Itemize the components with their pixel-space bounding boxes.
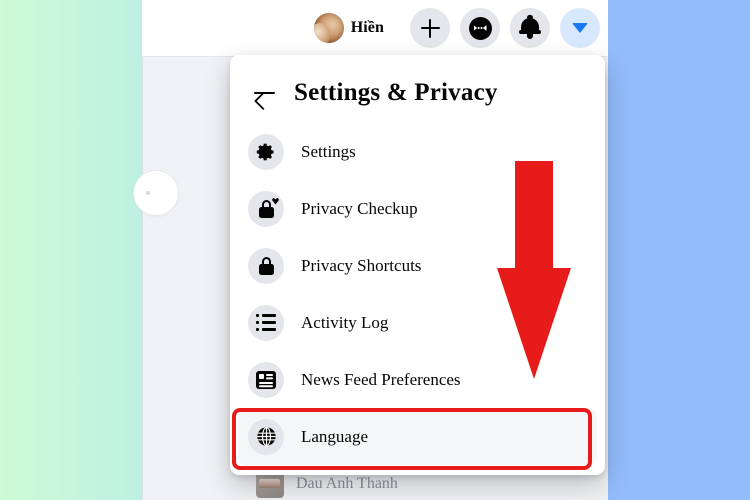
lock-check-icon [248, 190, 284, 227]
red-down-arrow [497, 161, 571, 379]
menu-item-language[interactable]: Language [238, 408, 597, 465]
create-button[interactable] [410, 8, 450, 48]
avatar [313, 13, 344, 43]
globe-icon [248, 418, 284, 455]
lock-icon [248, 247, 284, 284]
story-circle-dot [146, 191, 150, 195]
menu-item-label: Settings [301, 141, 356, 161]
back-arrow-icon[interactable] [252, 82, 276, 104]
notifications-button[interactable] [510, 8, 550, 48]
page-title: Settings & Privacy [294, 79, 498, 106]
menu-item-label: Activity Log [301, 312, 389, 332]
list-icon [248, 304, 284, 341]
profile-chip[interactable]: Hiền [312, 11, 392, 45]
menu-item-label: Privacy Shortcuts [301, 255, 422, 275]
bell-icon [519, 15, 541, 40]
dropdown-header: Settings & Privacy [230, 55, 605, 119]
messenger-button[interactable] [460, 8, 500, 48]
account-menu-button[interactable] [560, 8, 600, 48]
messenger-icon [468, 16, 492, 40]
news-feed-icon [248, 361, 284, 398]
menu-item-label: News Feed Preferences [301, 369, 461, 389]
screenshot-root: Dau Anh Thanh Hiền Settings & Privacy Se… [0, 0, 750, 500]
top-navigation-bar: Hiền [142, 0, 608, 56]
profile-name: Hiền [350, 19, 384, 36]
menu-item-label: Language [301, 426, 369, 446]
plus-icon-vertical [428, 18, 432, 38]
menu-item-label: Privacy Checkup [301, 198, 418, 218]
feed-user-name: Dau Anh Thanh [296, 475, 398, 492]
chevron-down-icon [572, 23, 588, 33]
gear-icon [248, 133, 284, 170]
right-blue-background [608, 0, 750, 500]
left-gradient-background [0, 0, 142, 500]
story-circle-partial[interactable] [133, 170, 179, 216]
